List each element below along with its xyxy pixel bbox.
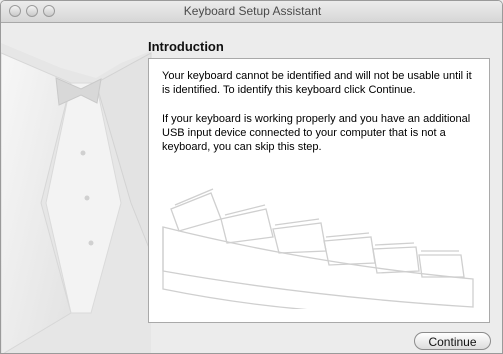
continue-button[interactable]: Continue: [414, 332, 491, 350]
title-bar[interactable]: Keyboard Setup Assistant: [1, 1, 502, 23]
skip-info-paragraph: If your keyboard is working properly and…: [162, 113, 471, 153]
assistant-window: Keyboard Setup Assistant Introduction Yo…: [0, 0, 503, 354]
window-title: Keyboard Setup Assistant: [183, 4, 322, 18]
content-panel: Your keyboard cannot be identified and w…: [148, 58, 490, 323]
page-heading: Introduction: [148, 39, 224, 54]
keyboard-illustration-icon: [162, 188, 474, 309]
intro-paragraph: Your keyboard cannot be identified and w…: [162, 70, 472, 96]
